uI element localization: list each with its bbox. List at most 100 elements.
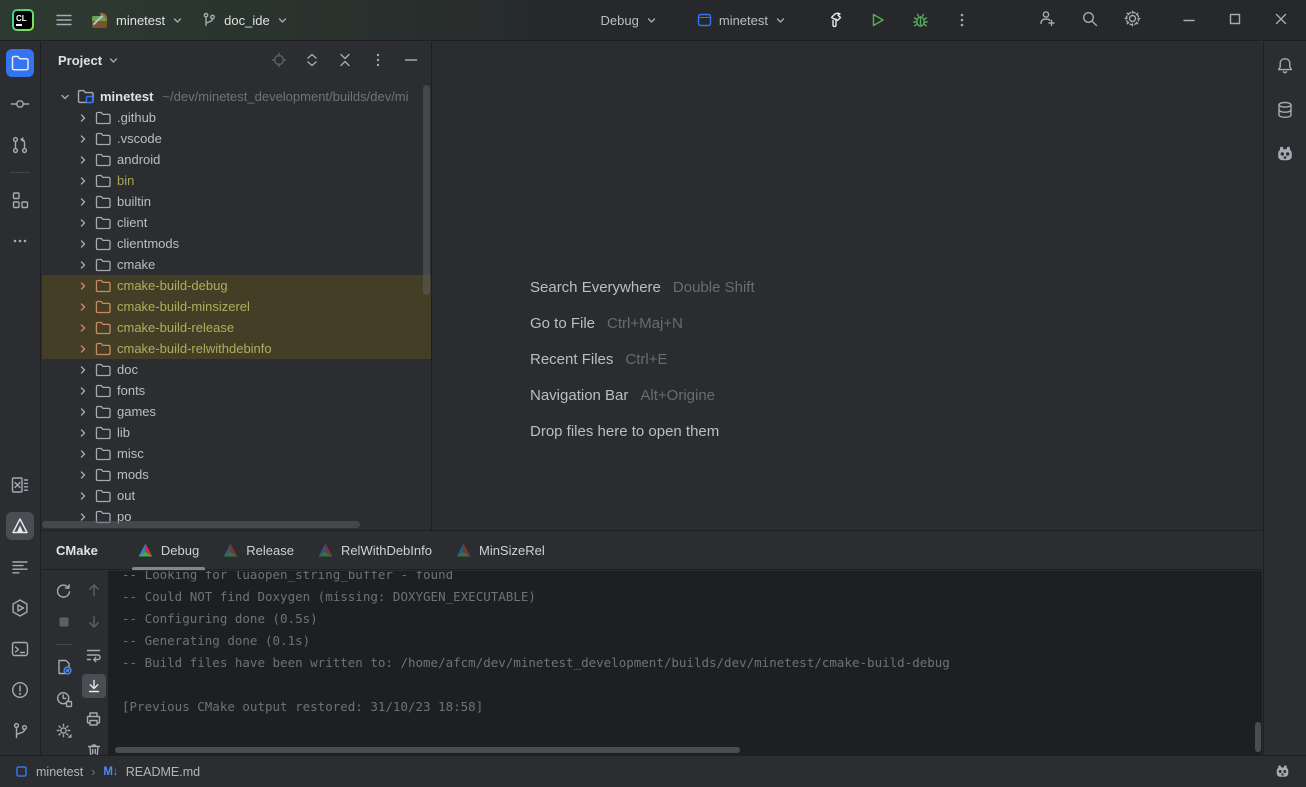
tree-item[interactable]: .vscode bbox=[42, 128, 431, 149]
chevron-right-icon[interactable] bbox=[76, 239, 90, 249]
history-button[interactable] bbox=[52, 687, 76, 711]
ai-assistant-status-button[interactable] bbox=[1274, 763, 1291, 780]
tree-item[interactable]: doc bbox=[42, 359, 431, 380]
tree-item[interactable]: lib bbox=[42, 422, 431, 443]
tree-item[interactable]: client bbox=[42, 212, 431, 233]
console-horizontal-scrollbar[interactable] bbox=[115, 747, 740, 753]
commit-tool-button[interactable] bbox=[6, 90, 34, 118]
maximize-button[interactable] bbox=[1228, 12, 1242, 29]
stop-button[interactable] bbox=[52, 610, 76, 634]
search-everywhere-button[interactable] bbox=[1081, 10, 1099, 31]
tree-item[interactable]: out bbox=[42, 485, 431, 506]
tab-relwithdebinfo[interactable]: RelWithDebInfo bbox=[310, 531, 440, 570]
tree-item[interactable]: bin bbox=[42, 170, 431, 191]
run-button[interactable] bbox=[864, 6, 892, 34]
tree-item-selected[interactable]: cmake-build-debug bbox=[42, 275, 431, 296]
code-with-me-button[interactable] bbox=[1038, 9, 1057, 31]
expand-all-icon[interactable] bbox=[304, 52, 320, 68]
messages-icon bbox=[10, 557, 30, 577]
chevron-right-icon[interactable] bbox=[76, 176, 90, 186]
services-tool-button[interactable] bbox=[6, 594, 34, 622]
chevron-right-icon[interactable] bbox=[76, 197, 90, 207]
tree-root[interactable]: minetest ~/dev/minetest_development/buil… bbox=[42, 86, 431, 107]
more-tool-windows-button[interactable] bbox=[6, 227, 34, 255]
chevron-down-icon[interactable] bbox=[58, 92, 72, 102]
tab-release[interactable]: Release bbox=[215, 531, 302, 570]
tab-debug[interactable]: Debug bbox=[130, 531, 207, 570]
open-cmakecache-button[interactable] bbox=[52, 655, 76, 679]
tree-item-selected[interactable]: cmake-build-minsizerel bbox=[42, 296, 431, 317]
chevron-right-icon[interactable] bbox=[76, 113, 90, 123]
tab-minsizerel[interactable]: MinSizeRel bbox=[448, 531, 553, 570]
tree-item-selected[interactable]: cmake-build-release bbox=[42, 317, 431, 338]
terminal-tool-button[interactable] bbox=[6, 635, 34, 663]
chevron-right-icon[interactable] bbox=[76, 407, 90, 417]
soft-wrap-button[interactable] bbox=[82, 642, 106, 666]
chevron-right-icon[interactable] bbox=[76, 218, 90, 228]
locate-icon[interactable] bbox=[271, 52, 287, 68]
settings-button[interactable] bbox=[1123, 9, 1142, 31]
chevron-right-icon[interactable] bbox=[76, 512, 90, 522]
tree-item[interactable]: cmake bbox=[42, 254, 431, 275]
chevron-right-icon[interactable] bbox=[76, 491, 90, 501]
project-horizontal-scrollbar[interactable] bbox=[42, 521, 360, 528]
chevron-right-icon[interactable] bbox=[76, 365, 90, 375]
tree-item[interactable]: android bbox=[42, 149, 431, 170]
cmake-settings-button[interactable] bbox=[52, 719, 76, 743]
structure-tool-button[interactable] bbox=[6, 186, 34, 214]
ai-assistant-button[interactable] bbox=[1271, 140, 1299, 168]
spreadsheet-tool-button[interactable] bbox=[6, 471, 34, 499]
project-vertical-scrollbar[interactable] bbox=[423, 85, 430, 295]
project-widget[interactable]: minetest bbox=[90, 11, 183, 30]
chevron-right-icon[interactable] bbox=[76, 155, 90, 165]
problems-tool-button[interactable] bbox=[6, 676, 34, 704]
run-configuration-selector[interactable]: Debug bbox=[601, 13, 657, 28]
build-button[interactable] bbox=[822, 6, 850, 34]
chevron-right-icon[interactable] bbox=[76, 386, 90, 396]
tree-item-selected[interactable]: cmake-build-relwithdebinfo bbox=[42, 338, 431, 359]
tree-item[interactable]: misc bbox=[42, 443, 431, 464]
tree-item[interactable]: fonts bbox=[42, 380, 431, 401]
chevron-right-icon[interactable] bbox=[76, 260, 90, 270]
hide-panel-icon[interactable] bbox=[403, 52, 419, 68]
messages-tool-button[interactable] bbox=[6, 553, 34, 581]
main-menu-button[interactable] bbox=[50, 6, 78, 34]
tree-item[interactable]: mods bbox=[42, 464, 431, 485]
collapse-all-icon[interactable] bbox=[337, 52, 353, 68]
chevron-right-icon[interactable] bbox=[76, 449, 90, 459]
print-button[interactable] bbox=[82, 706, 106, 730]
debug-button[interactable] bbox=[906, 6, 934, 34]
project-tool-button[interactable] bbox=[6, 49, 34, 77]
cmake-tool-button[interactable] bbox=[6, 512, 34, 540]
git-tool-button[interactable] bbox=[6, 717, 34, 745]
chevron-right-icon[interactable] bbox=[76, 344, 90, 354]
chevron-right-icon[interactable] bbox=[76, 428, 90, 438]
breadcrumb-file[interactable]: README.md bbox=[126, 765, 200, 779]
chevron-right-icon[interactable] bbox=[76, 470, 90, 480]
tree-item[interactable]: clientmods bbox=[42, 233, 431, 254]
run-target-selector[interactable]: minetest bbox=[697, 13, 786, 28]
pull-requests-tool-button[interactable] bbox=[6, 131, 34, 159]
scroll-down-button[interactable] bbox=[82, 610, 106, 634]
breadcrumb-project[interactable]: minetest bbox=[36, 765, 83, 779]
reload-cmake-button[interactable] bbox=[52, 578, 76, 602]
chevron-right-icon[interactable] bbox=[76, 302, 90, 312]
tree-item[interactable]: .github bbox=[42, 107, 431, 128]
database-button[interactable] bbox=[1271, 96, 1299, 124]
console-vertical-scrollbar[interactable] bbox=[1255, 722, 1261, 752]
chevron-right-icon[interactable] bbox=[76, 323, 90, 333]
more-actions-button[interactable] bbox=[948, 6, 976, 34]
project-panel-title[interactable]: Project bbox=[58, 53, 119, 68]
scroll-to-end-button[interactable] bbox=[82, 674, 106, 698]
cmake-console-output[interactable]: -- Looking for luaopen_string_buffer - f… bbox=[108, 571, 1262, 755]
branch-widget[interactable]: doc_ide bbox=[201, 12, 288, 28]
close-button[interactable] bbox=[1274, 12, 1288, 29]
more-icon[interactable] bbox=[370, 52, 386, 68]
chevron-right-icon[interactable] bbox=[76, 134, 90, 144]
minimize-button[interactable] bbox=[1182, 12, 1196, 29]
tree-item[interactable]: games bbox=[42, 401, 431, 422]
notifications-button[interactable] bbox=[1271, 52, 1299, 80]
chevron-right-icon[interactable] bbox=[76, 281, 90, 291]
tree-item[interactable]: builtin bbox=[42, 191, 431, 212]
scroll-up-button[interactable] bbox=[82, 578, 106, 602]
